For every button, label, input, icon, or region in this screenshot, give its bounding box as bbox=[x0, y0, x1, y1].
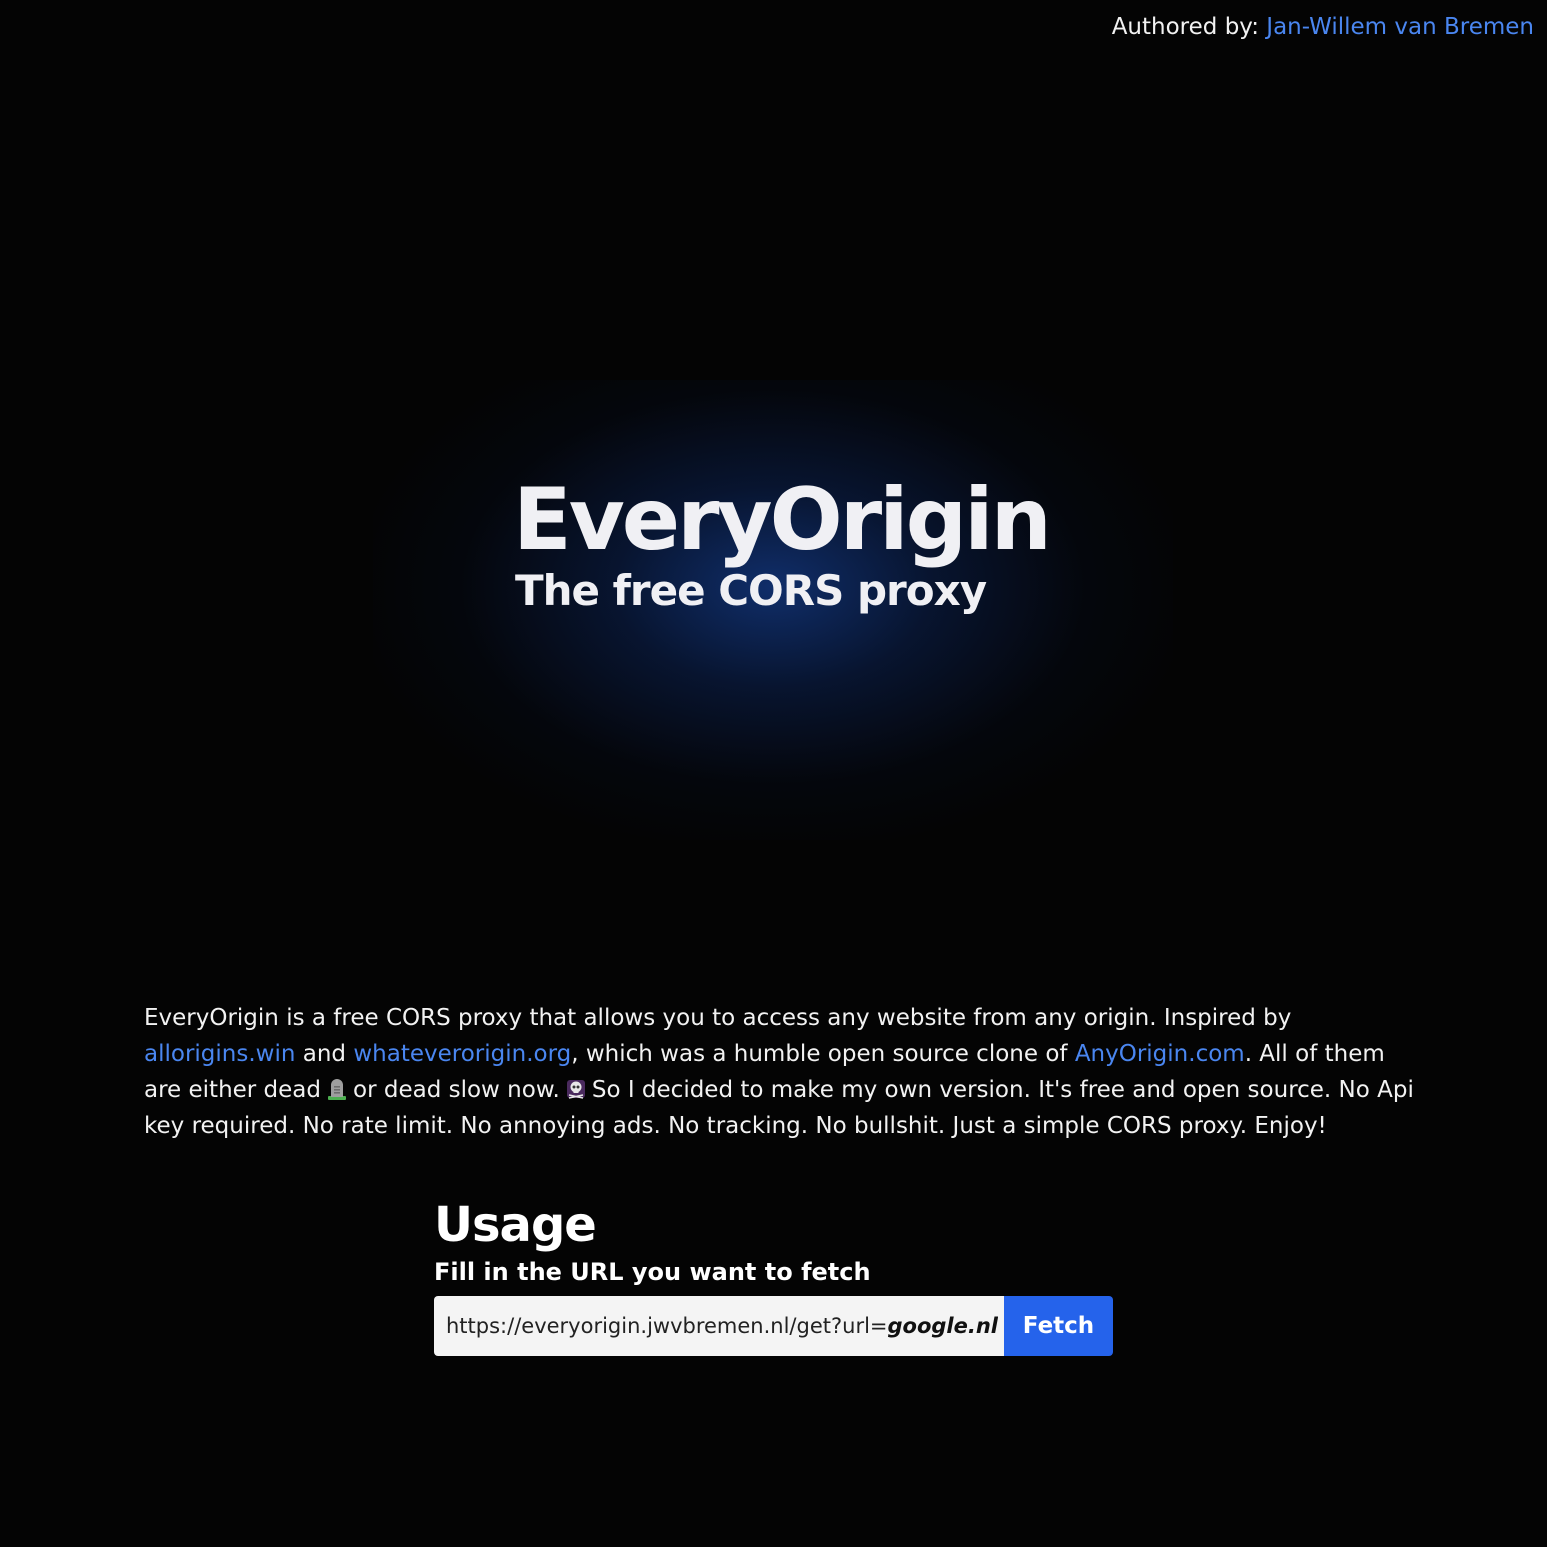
usage-section: Usage Fill in the URL you want to fetch … bbox=[434, 1196, 1134, 1356]
usage-title: Usage bbox=[434, 1197, 597, 1253]
intro-text-2: and bbox=[295, 1041, 354, 1067]
url-prefix: https://everyorigin.jwvbremen.nl/get?url… bbox=[446, 1314, 888, 1338]
url-box: https://everyorigin.jwvbremen.nl/get?url… bbox=[434, 1296, 1004, 1356]
intro-text-1: EveryOrigin is a free CORS proxy that al… bbox=[144, 1005, 1292, 1031]
page: Authored by: Jan-Willem van Bremen Every… bbox=[0, 0, 1547, 1547]
allorigins-link[interactable]: allorigins.win bbox=[144, 1041, 295, 1067]
anyorigin-link[interactable]: AnyOrigin.com bbox=[1075, 1041, 1245, 1067]
fetch-button[interactable]: Fetch bbox=[1004, 1296, 1113, 1356]
intro-paragraph: EveryOrigin is a free CORS proxy that al… bbox=[144, 1000, 1414, 1144]
skull-crossbones-icon bbox=[566, 1080, 585, 1099]
author-link[interactable]: Jan-Willem van Bremen bbox=[1266, 14, 1534, 40]
hero-subtitle: The free CORS proxy bbox=[515, 566, 987, 615]
whateverorigin-link[interactable]: whateverorigin.org bbox=[353, 1041, 571, 1067]
hero: EveryOrigin The free CORS proxy bbox=[513, 470, 1153, 615]
url-input[interactable] bbox=[887, 1314, 998, 1338]
authored-by-label: Authored by: bbox=[1111, 14, 1259, 40]
fetch-form: https://everyorigin.jwvbremen.nl/get?url… bbox=[434, 1296, 1113, 1356]
hero-title: EveryOrigin bbox=[513, 470, 1052, 570]
intro-text-5: or dead slow now. bbox=[353, 1077, 560, 1103]
author-credit: Authored by: Jan-Willem van Bremen bbox=[1112, 14, 1534, 40]
url-field-label: Fill in the URL you want to fetch bbox=[434, 1258, 871, 1286]
intro-text-3: , which was a humble open source clone o… bbox=[571, 1041, 1075, 1067]
headstone-icon bbox=[328, 1079, 347, 1100]
